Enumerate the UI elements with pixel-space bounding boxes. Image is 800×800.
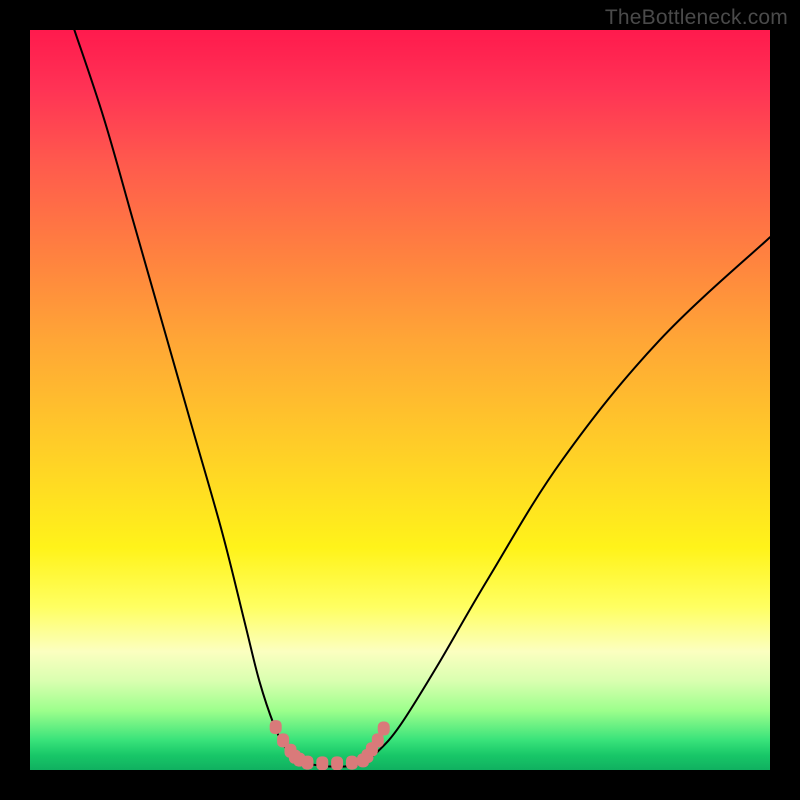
marker-dot	[302, 756, 314, 770]
right-curve	[363, 237, 770, 762]
marker-dot	[346, 756, 358, 770]
left-curve	[74, 30, 300, 763]
plot-area	[30, 30, 770, 770]
marker-dot	[270, 720, 282, 734]
curve-svg	[30, 30, 770, 770]
marker-dot	[331, 756, 343, 770]
marker-dot	[316, 756, 328, 770]
marker-dot	[378, 722, 390, 736]
chart-frame: TheBottleneck.com	[0, 0, 800, 800]
watermark-text: TheBottleneck.com	[605, 6, 788, 30]
bottom-markers	[270, 720, 390, 770]
